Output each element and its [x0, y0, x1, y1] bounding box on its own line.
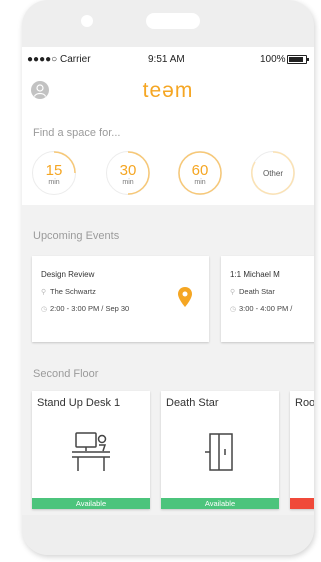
phone-frame: ●●●●○ Carrier 9:51 AM 100% teəm Find a s… — [22, 0, 314, 555]
room-card[interactable]: Death Star Available — [161, 391, 279, 509]
duration-60-button[interactable]: 60 min — [178, 151, 222, 195]
event-card[interactable]: Design Review ⚲ The Schwartz ◷ 2:00 - 3:00… — [32, 256, 209, 342]
room-card[interactable]: Stand Up Desk 1 Available — [32, 391, 150, 509]
duration-unit: min — [122, 179, 134, 186]
duration-unit: min — [194, 179, 206, 186]
duration-value: 15 — [45, 162, 63, 179]
map-pin-icon[interactable] — [178, 287, 192, 307]
event-card[interactable]: 1:1 Michael M ⚲ Death Star ◷ 3:00 - 4:00 P… — [221, 256, 314, 342]
availability-badge: Available — [161, 498, 279, 509]
duration-unit: min — [48, 179, 60, 186]
home-area — [22, 515, 314, 555]
room-name: Death Star — [166, 397, 219, 409]
duration-value: 60 — [191, 162, 209, 179]
battery-percent: 100% — [260, 54, 286, 65]
availability-badge: Available — [32, 498, 150, 509]
clock: 9:51 AM — [148, 54, 185, 65]
upcoming-events-label: Upcoming Events — [33, 230, 120, 242]
room-name: Stand Up Desk 1 — [37, 397, 121, 409]
duration-30-button[interactable]: 30 min — [106, 151, 150, 195]
standing-desk-icon — [72, 432, 110, 471]
app-logo: teəm — [142, 79, 194, 102]
event-location: Death Star — [239, 287, 275, 296]
app-header: teəm — [22, 69, 314, 107]
door-icon — [205, 433, 233, 471]
clock-icon: ◷ — [41, 306, 48, 313]
duration-other-button[interactable]: Other — [251, 151, 295, 195]
location-icon: ⚲ — [230, 289, 236, 296]
availability-badge — [290, 498, 314, 509]
find-space-section: Find a space for... 15 min 30 min 60 min… — [22, 107, 314, 205]
duration-15-button[interactable]: 15 min — [32, 151, 76, 195]
app-screen: ●●●●○ Carrier 9:51 AM 100% teəm Find a s… — [22, 47, 314, 515]
location-icon: ⚲ — [41, 289, 47, 296]
duration-other-label: Other — [262, 169, 283, 178]
camera — [81, 15, 93, 27]
event-title: Design Review — [41, 270, 95, 279]
floor-label: Second Floor — [33, 368, 99, 380]
room-name: Roo — [295, 397, 314, 409]
event-time: 3:00 - 4:00 PM / — [239, 304, 293, 313]
status-bar: ●●●●○ Carrier 9:51 AM 100% — [22, 47, 314, 69]
carrier-label: ●●●●○ Carrier — [27, 54, 91, 65]
speaker — [146, 13, 200, 29]
event-location: The Schwartz — [50, 287, 96, 296]
duration-value: 30 — [119, 162, 137, 179]
room-card[interactable]: Roo — [290, 391, 314, 509]
event-title: 1:1 Michael M — [230, 270, 280, 279]
battery-icon — [287, 55, 309, 64]
find-space-label: Find a space for... — [33, 127, 121, 139]
clock-icon: ◷ — [230, 306, 237, 313]
event-time: 2:00 - 3:00 PM / Sep 30 — [50, 304, 130, 313]
